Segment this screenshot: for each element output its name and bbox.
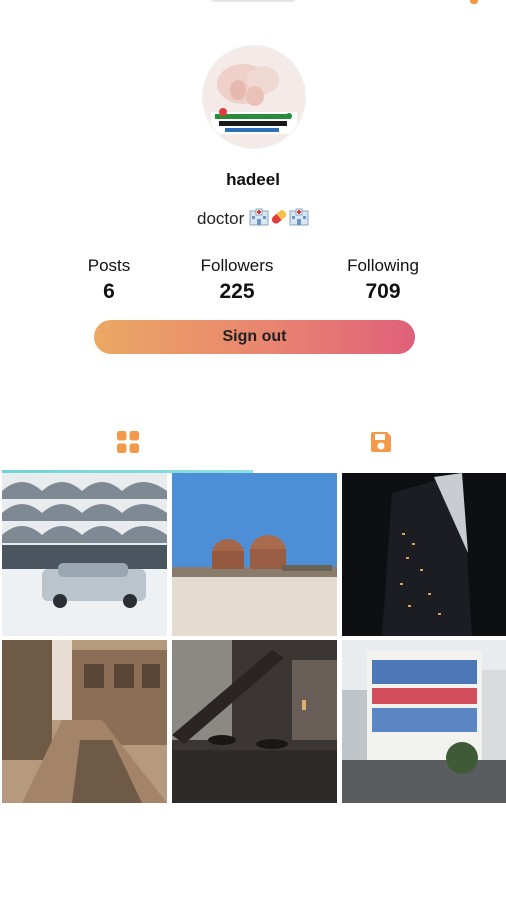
username: hadeel: [226, 170, 280, 189]
stat-label: Posts: [87, 256, 131, 275]
title-fragment: [210, 0, 296, 2]
pill-icon: [269, 208, 289, 231]
post-thumbnail[interactable]: [172, 640, 337, 803]
profile-tabs: [0, 420, 506, 472]
stat-followers[interactable]: Followers 225: [187, 256, 287, 304]
tab-posts-grid[interactable]: [0, 420, 253, 472]
sign-out-button[interactable]: Sign out: [94, 320, 415, 354]
hospital-icon: [289, 208, 309, 231]
post-thumbnail[interactable]: [342, 640, 506, 803]
post-thumbnail[interactable]: [342, 473, 506, 636]
avatar[interactable]: [203, 46, 305, 148]
stat-posts[interactable]: Posts 6: [74, 256, 144, 304]
stat-value: 6: [103, 280, 115, 303]
stat-label: Followers: [200, 256, 274, 275]
tab-saved[interactable]: [253, 420, 506, 472]
bio-text: doctor: [197, 208, 245, 228]
stat-value: 225: [219, 280, 255, 303]
post-thumbnail[interactable]: [2, 640, 167, 803]
post-thumbnail[interactable]: [172, 473, 337, 636]
menu-icon[interactable]: [470, 0, 478, 4]
stat-label: Following: [347, 256, 419, 275]
stat-following[interactable]: Following 709: [333, 256, 433, 304]
hospital-icon: [249, 208, 269, 231]
top-bar: [0, 0, 506, 12]
bio: doctor: [0, 208, 506, 231]
stat-value: 709: [365, 280, 401, 303]
post-thumbnail[interactable]: [2, 473, 167, 636]
grid-icon: [115, 429, 141, 460]
save-icon: [368, 429, 394, 460]
